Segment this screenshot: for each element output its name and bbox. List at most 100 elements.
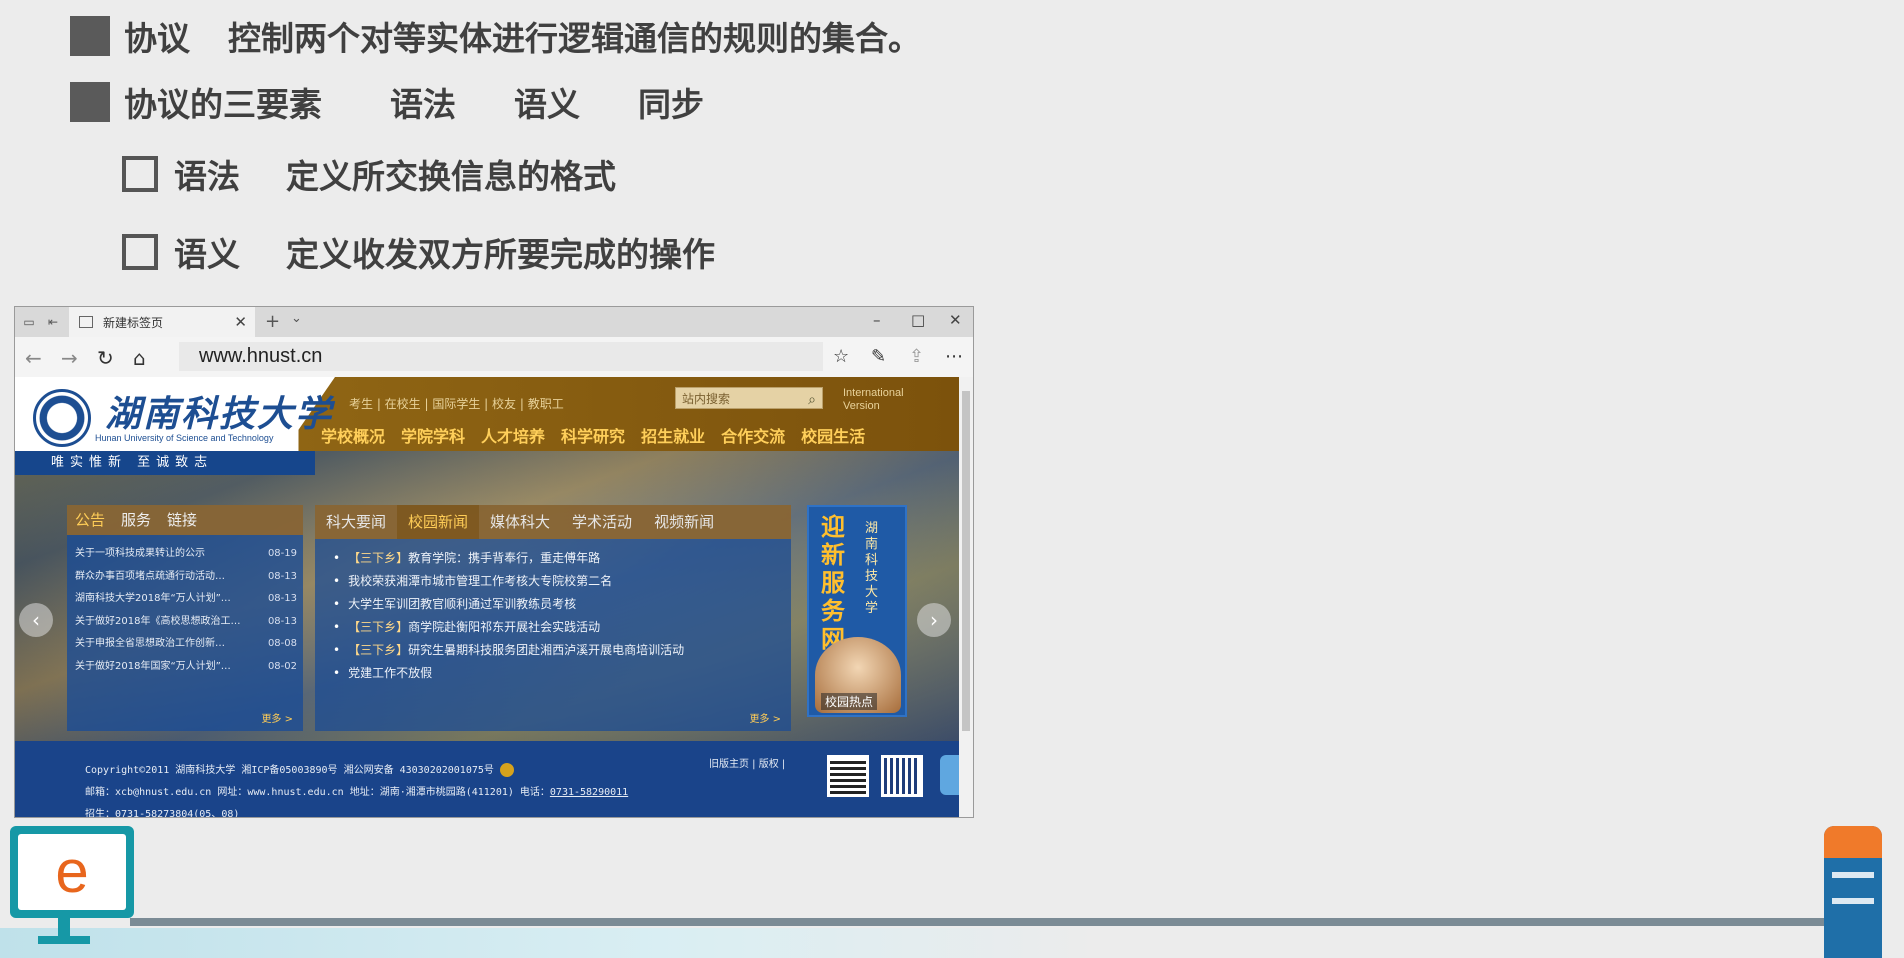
nav-item[interactable]: 学校概况 <box>321 423 385 447</box>
bullet-syntax: 语法 定义所交换信息的格式 <box>122 150 616 198</box>
nav-item[interactable]: 学院学科 <box>401 423 465 447</box>
notice-more-link[interactable]: 更多 > <box>261 710 293 725</box>
contact-text: 邮箱：xcb@hnust.edu.cn 网址：www.hnust.edu.cn … <box>85 787 550 798</box>
web-content: 湖南科技大学 Hunan University of Science and T… <box>15 377 960 818</box>
news-item[interactable]: 【三下乡】研究生暑期科技服务团赴湘西泸溪开展电商培训活动 <box>333 639 791 662</box>
notice-list: 关于一项科技成果转让的公示 08-19 群众办事百项堵点疏通行动活动… 08-13 … <box>67 535 303 678</box>
university-logo[interactable] <box>33 389 91 447</box>
chevron-down-icon[interactable]: ⌄ <box>291 311 302 326</box>
footer-copyright: Copyright©2011 湖南科技大学 湘ICP备05003890号 湘公网… <box>85 761 514 777</box>
footer-admission: 招生：0731-58273804(05、08) <box>85 809 240 818</box>
welcome-title: 迎新服务网 <box>821 513 845 653</box>
news-item[interactable]: 党建工作不放假 <box>333 662 791 685</box>
tab-list-icon[interactable]: ▭ <box>21 314 37 330</box>
site-search[interactable]: 站内搜索 ⌕ <box>675 387 823 409</box>
prev-arrow-icon[interactable]: ‹ <box>19 603 53 637</box>
news-list: 【三下乡】教育学院：携手背奉行，重走傅年路 我校荣获湘潭市城市管理工作考核大专院… <box>315 539 791 685</box>
qr-code-icon <box>881 755 923 797</box>
scrollbar[interactable] <box>959 377 973 817</box>
qr-code-icon <box>827 755 869 797</box>
news-item[interactable]: 大学生军训团教官顺利通过军训教练员考核 <box>333 593 791 616</box>
nav-item[interactable]: 合作交流 <box>721 423 785 447</box>
news-tag: 【三下乡】 <box>348 551 409 565</box>
bullet-three-elements: 协议的三要素 语法 语义 同步 <box>70 78 704 126</box>
notice-date: 08-13 <box>267 593 297 604</box>
phone-link[interactable]: 0731-58290011 <box>550 787 628 798</box>
nav-item[interactable]: 人才培养 <box>481 423 545 447</box>
news-tabs: 科大要闻 校园新闻 媒体科大 学术活动 视频新闻 <box>315 505 791 539</box>
notice-item[interactable]: 关于做好2018年《高校思想政治工… 08-13 <box>75 611 297 634</box>
back-tabs-icon[interactable]: ⇤ <box>45 314 61 330</box>
nav-item[interactable]: 校园生活 <box>801 423 865 447</box>
favorites-icon[interactable]: ☆ <box>833 346 849 367</box>
refresh-icon[interactable]: ↻ <box>97 346 114 370</box>
welcome-service-banner[interactable]: 迎新服务网 湖南科技大学 校园热点 <box>807 505 907 717</box>
nav-item[interactable]: 科学研究 <box>561 423 625 447</box>
intl-line: International <box>843 387 904 399</box>
notice-date: 08-02 <box>267 660 297 672</box>
notice-item[interactable]: 关于申报全省思想政治工作创新… 08-08 <box>75 633 297 656</box>
news-tab[interactable]: 媒体科大 <box>479 505 561 539</box>
news-tab[interactable]: 科大要闻 <box>315 505 397 539</box>
notice-date: 08-08 <box>267 638 297 649</box>
minimize-icon[interactable]: – <box>873 311 881 329</box>
notice-item[interactable]: 关于一项科技成果转让的公示 08-19 <box>75 543 297 566</box>
address-bar: ← → ↻ ⌂ www.hnust.cn ☆ ✎ ⇪ ⋯ <box>15 337 973 378</box>
top-links[interactable]: 考生 | 在校生 | 国际学生 | 校友 | 教职工 <box>349 395 564 412</box>
forward-icon[interactable]: → <box>61 346 78 370</box>
plus-icon[interactable]: + <box>265 311 280 332</box>
news-title: 党建工作不放假 <box>348 666 433 680</box>
notice-date: 08-19 <box>267 548 297 559</box>
scrollbar-thumb[interactable] <box>962 391 970 731</box>
news-item[interactable]: 【三下乡】商学院赴衡阳祁东开展社会实践活动 <box>333 616 791 639</box>
home-icon[interactable]: ⌂ <box>133 346 146 370</box>
notice-title: 湖南科技大学2018年“万人计划”… <box>75 593 231 604</box>
news-title: 我校荣获湘潭市城市管理工作考核大专院校第二名 <box>348 574 613 588</box>
intl-version-link[interactable]: International Version <box>843 387 904 413</box>
pen-icon[interactable]: ✎ <box>871 346 886 367</box>
close-window-icon[interactable]: ✕ <box>949 311 962 329</box>
notice-tabs: 公告 服务 链接 <box>67 505 303 535</box>
bullet-text: 控制两个对等实体进行逻辑通信的规则的集合。 <box>228 19 921 58</box>
element-semantics: 语义 <box>514 85 580 124</box>
notice-tab[interactable]: 服务 <box>113 505 159 535</box>
footer-links[interactable]: 旧版主页 | 版权 | <box>709 755 785 770</box>
bullet-protocol: 协议 控制两个对等实体进行逻辑通信的规则的集合。 <box>70 12 921 60</box>
news-tag: 【三下乡】 <box>348 620 409 634</box>
bullet-text: 定义收发双方所要完成的操作 <box>286 235 715 274</box>
news-tab[interactable]: 校园新闻 <box>397 505 480 539</box>
notice-item[interactable]: 群众办事百项堵点疏通行动活动… 08-13 <box>75 566 297 589</box>
notice-date: 08-13 <box>267 570 297 582</box>
e-monitor-logo: e <box>10 826 134 918</box>
side-badge[interactable] <box>940 755 960 795</box>
element-syntax: 语法 <box>390 85 456 124</box>
tab-new[interactable]: 新建标签页 ✕ <box>69 307 255 337</box>
nav-item[interactable]: 招生就业 <box>641 423 705 447</box>
site-name: 湖南科技大学 <box>105 393 334 435</box>
news-more-link[interactable]: 更多 > <box>749 710 781 725</box>
notice-item[interactable]: 湖南科技大学2018年“万人计划”… 08-13 <box>75 588 297 611</box>
bullet-term: 协议的三要素 <box>124 85 322 124</box>
notice-tab[interactable]: 公告 <box>67 505 113 535</box>
news-item[interactable]: 【三下乡】教育学院：携手背奉行，重走傅年路 <box>333 547 791 570</box>
news-panel: 科大要闻 校园新闻 媒体科大 学术活动 视频新闻 【三下乡】教育学院：携手背奉行… <box>315 505 791 731</box>
search-icon[interactable]: ⌕ <box>808 389 816 411</box>
share-icon[interactable]: ⇪ <box>909 346 924 367</box>
news-tag: 【三下乡】 <box>348 643 409 657</box>
close-icon[interactable]: ✕ <box>234 313 247 331</box>
url-field[interactable]: www.hnust.cn <box>179 342 823 371</box>
notice-item[interactable]: 关于做好2018年国家“万人计划”… 08-02 <box>75 656 297 679</box>
back-icon[interactable]: ← <box>25 346 42 370</box>
tab-bar: ▭ ⇤ 新建标签页 ✕ + ⌄ – □ ✕ <box>15 307 973 337</box>
news-tab[interactable]: 学术活动 <box>561 505 643 539</box>
maximize-icon[interactable]: □ <box>911 311 925 329</box>
notice-tab[interactable]: 链接 <box>159 505 205 535</box>
element-sync: 同步 <box>638 85 704 124</box>
police-badge-icon <box>499 763 514 777</box>
more-icon[interactable]: ⋯ <box>945 346 963 367</box>
news-item[interactable]: 我校荣获湘潭市城市管理工作考核大专院校第二名 <box>333 570 791 593</box>
tab-title: 新建标签页 <box>103 315 164 330</box>
news-tab[interactable]: 视频新闻 <box>643 505 725 539</box>
next-arrow-icon[interactable]: › <box>917 603 951 637</box>
bullet-term: 语义 <box>174 235 240 274</box>
